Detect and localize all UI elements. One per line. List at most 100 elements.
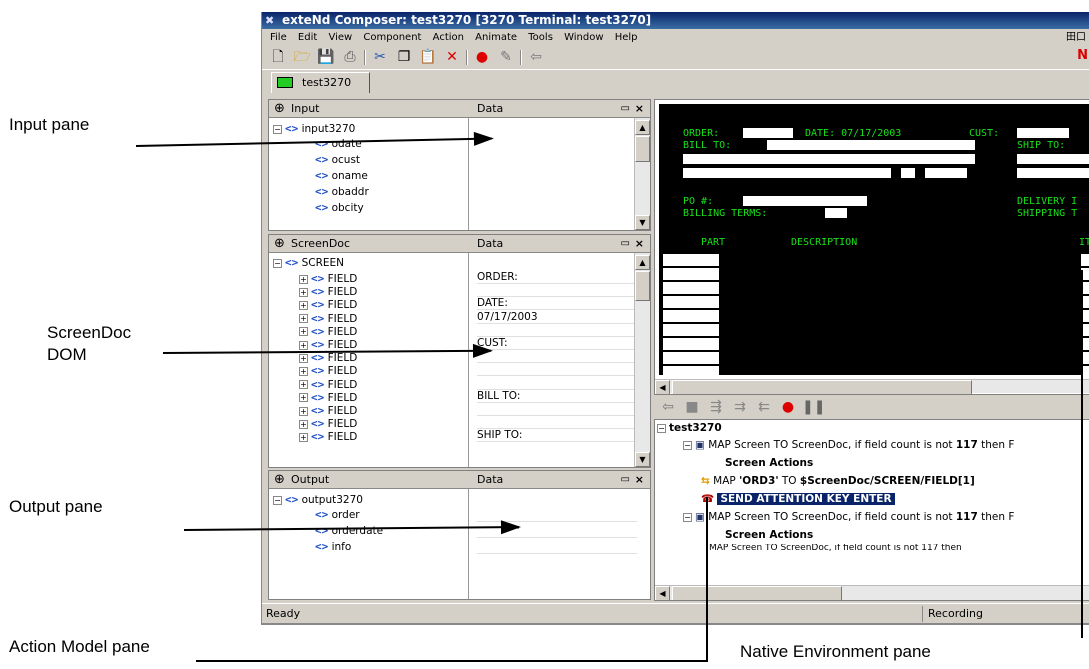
term-po-field[interactable] (743, 196, 867, 206)
input-scrollbar[interactable]: ▲ ▼ (634, 118, 650, 230)
data-cell[interactable] (477, 403, 637, 416)
tree-node[interactable]: <> order (315, 507, 360, 522)
expand-icon[interactable]: + (299, 314, 308, 324)
tree-node[interactable]: <> info (315, 539, 351, 554)
term-ship-address-field[interactable] (1017, 154, 1089, 164)
data-cell[interactable] (477, 363, 637, 377)
menu-component[interactable]: Component (363, 32, 421, 43)
tree-root[interactable]: − <> output3270 (273, 492, 363, 507)
step-into-icon[interactable]: ⇶ (706, 398, 726, 417)
paste-icon[interactable]: 📋 (418, 48, 438, 67)
term-bill-to-field[interactable] (767, 140, 975, 150)
tree-root[interactable]: − <> input3270 (273, 121, 355, 136)
term-order-field[interactable] (743, 128, 793, 138)
scroll-thumb[interactable] (672, 586, 842, 600)
expand-icon[interactable]: + (299, 432, 308, 442)
term-bill-address-field[interactable] (683, 154, 975, 164)
terminal-screen[interactable]: ORDER: DATE: 07/17/2003 CUST: BILL TO: S… (659, 104, 1089, 378)
term-part-field[interactable] (663, 296, 719, 308)
record-icon[interactable]: ● (778, 398, 798, 417)
expand-icon[interactable]: + (299, 340, 308, 350)
restore-icon[interactable]: ▭ (621, 235, 630, 253)
collapse-icon[interactable]: − (273, 495, 282, 505)
data-cell[interactable]: CUST: (477, 337, 637, 350)
collapse-icon[interactable]: − (273, 124, 282, 134)
delete-icon[interactable]: ✕ (442, 48, 462, 67)
term-bill-zip-field[interactable] (925, 168, 967, 178)
collapse-icon[interactable]: − (273, 258, 282, 268)
data-cell[interactable] (477, 377, 637, 390)
restore-icon[interactable]: ▭ (621, 100, 630, 118)
scroll-up-icon[interactable]: ▲ (635, 120, 650, 135)
cut-icon[interactable]: ✂ (370, 48, 390, 67)
collapse-icon[interactable]: − (683, 512, 692, 522)
data-cell[interactable]: DATE: (477, 297, 637, 311)
menu-help[interactable]: Help (615, 32, 638, 43)
terminal-hscrollbar[interactable]: ◀ (655, 379, 1089, 394)
expand-icon[interactable]: + (299, 419, 308, 429)
term-ship-city-field[interactable] (1017, 168, 1089, 178)
open-folder-icon[interactable]: 🗁 (292, 48, 312, 67)
data-cell[interactable] (477, 284, 637, 298)
tree-node[interactable]: <> obcity (315, 200, 364, 215)
scroll-up-icon[interactable]: ▲ (635, 255, 650, 270)
scroll-left-icon[interactable]: ◀ (655, 586, 670, 600)
menu-animate[interactable]: Animate (475, 32, 517, 43)
tree-node[interactable]: <> oname (315, 168, 368, 183)
tree-node[interactable]: <> odate (315, 136, 362, 151)
term-part-field[interactable] (663, 282, 719, 294)
window-layout-icons[interactable]: 田口 (1066, 30, 1086, 45)
new-icon[interactable]: 🗋 (268, 48, 288, 67)
term-part-field[interactable] (663, 310, 719, 322)
data-cell[interactable]: BILL TO: (477, 390, 637, 403)
term-billing-terms-field[interactable] (825, 208, 847, 218)
pause-icon[interactable]: ❚❚ (802, 398, 825, 417)
data-cell[interactable] (477, 324, 637, 337)
record-icon[interactable]: ● (472, 48, 492, 67)
expand-icon[interactable]: + (299, 353, 308, 363)
menu-window[interactable]: Window (564, 32, 603, 43)
close-icon[interactable]: × (635, 235, 644, 253)
menu-tools[interactable]: Tools (528, 32, 553, 43)
tree-node[interactable]: <> orderdate (315, 523, 383, 538)
scroll-down-icon[interactable]: ▼ (635, 215, 650, 230)
menu-action[interactable]: Action (433, 32, 464, 43)
expand-icon[interactable]: + (299, 274, 308, 284)
data-cell[interactable] (477, 416, 637, 430)
copy-icon[interactable]: ❐ (394, 48, 414, 67)
data-cell[interactable] (477, 350, 637, 364)
back-arrow-icon[interactable]: ⇦ (526, 48, 546, 67)
action-map-screen[interactable]: − ▣ MAP Screen TO ScreenDoc, if field cou… (683, 510, 1014, 525)
data-cell[interactable]: ORDER: (477, 271, 637, 284)
term-part-field[interactable] (663, 338, 719, 350)
step-out-icon[interactable]: ⇇ (754, 398, 774, 417)
expand-icon[interactable]: + (299, 393, 308, 403)
term-part-field[interactable] (663, 254, 719, 266)
menu-file[interactable]: File (270, 32, 287, 43)
collapse-icon[interactable]: − (657, 423, 666, 433)
restore-icon[interactable]: ▭ (621, 471, 630, 489)
close-icon[interactable]: × (635, 100, 644, 118)
expand-icon[interactable]: + (299, 300, 308, 310)
data-cell[interactable]: SHIP TO: (477, 429, 637, 443)
print-icon[interactable]: ⎙ (340, 48, 360, 67)
menu-view[interactable]: View (328, 32, 352, 43)
screendoc-scrollbar[interactable]: ▲ ▼ (634, 253, 650, 467)
expand-icon[interactable]: + (299, 366, 308, 376)
step-over-icon[interactable]: ⇉ (730, 398, 750, 417)
scroll-left-icon[interactable]: ◀ (655, 380, 670, 394)
action-hscrollbar[interactable]: ◀ (655, 585, 1089, 600)
tree-root[interactable]: − <> SCREEN (273, 255, 344, 270)
action-map-screen[interactable]: − ▣ MAP Screen TO ScreenDoc, if field cou… (683, 438, 1014, 453)
stop-icon[interactable]: ■ (682, 398, 702, 417)
tree-node[interactable]: <> ocust (315, 152, 360, 167)
expand-icon[interactable]: + (299, 380, 308, 390)
action-map-screen-partial[interactable]: MAP Screen TO ScreenDoc, if field count … (683, 544, 962, 553)
connect-icon[interactable]: ✎ (496, 48, 516, 67)
save-icon[interactable]: 💾 (316, 48, 336, 67)
scroll-thumb[interactable] (672, 380, 972, 394)
action-screen-actions[interactable]: Screen Actions (725, 456, 813, 471)
term-part-field[interactable] (663, 366, 719, 378)
collapse-icon[interactable]: − (683, 440, 692, 450)
expand-icon[interactable]: + (299, 406, 308, 416)
